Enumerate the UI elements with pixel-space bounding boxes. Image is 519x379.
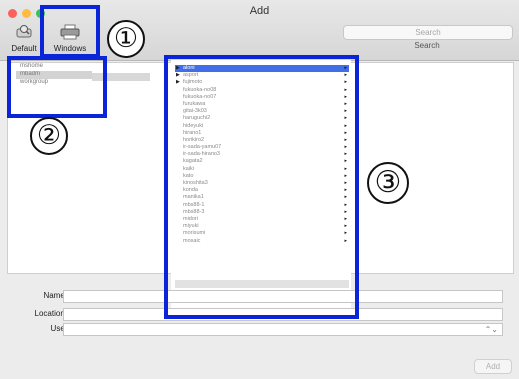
highlight-windows-button [40, 5, 100, 58]
search-label: Search [414, 41, 440, 50]
select-arrows-icon: ⌃⌄ [484, 325, 498, 334]
use-row: Use: ⌃⌄ [7, 323, 512, 336]
default-label: Default [11, 44, 37, 53]
highlight-computer-list [164, 55, 359, 319]
callout-3: ③ [367, 162, 409, 204]
callout-2: ② [30, 117, 68, 155]
use-select[interactable]: ⌃⌄ [63, 323, 503, 336]
default-toolbar-button[interactable]: Default [4, 24, 44, 53]
callout-1: ① [107, 20, 145, 58]
search-field[interactable]: Search [343, 25, 513, 40]
add-button[interactable]: Add [474, 359, 512, 374]
default-printer-icon [13, 24, 35, 40]
highlight-workgroup-list [7, 56, 107, 118]
